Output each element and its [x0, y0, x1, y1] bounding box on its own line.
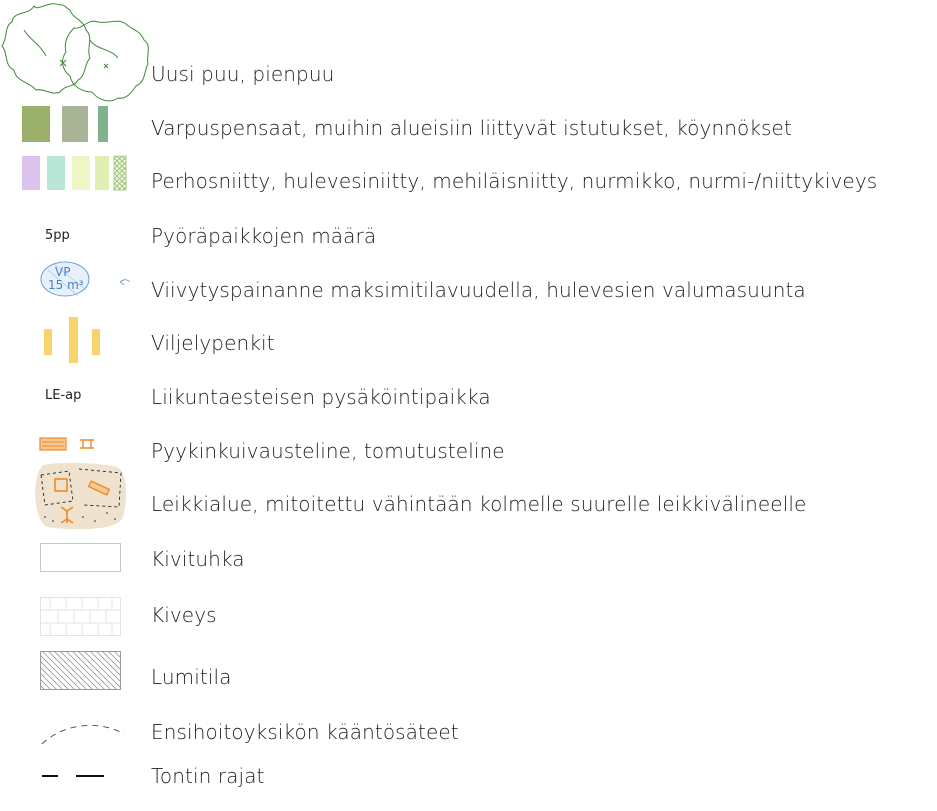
tree-icon — [1, 3, 149, 102]
legend-label-plot-boundary: Tontin rajat — [151, 764, 265, 788]
legend-label-retention: Viivytyspainanne maksimitilavuudella, hu… — [151, 278, 806, 302]
turning-radius-icon — [41, 724, 125, 745]
legend-label-playground: Leikkialue, mitoitettu vähintään kolmell… — [151, 492, 807, 516]
plot-boundary-icon — [42, 775, 104, 777]
paving-icon — [40, 597, 121, 636]
snow-storage-icon — [40, 651, 121, 690]
legend-label-planters: Viljelypenkit — [151, 331, 275, 355]
legend-label-meadows: Perhosniitty, hulevesiniitty, mehiläisni… — [151, 169, 878, 193]
retention-basin-volume: 15 m³ — [48, 278, 84, 292]
legend-label-snow-storage: Lumitila — [151, 665, 232, 689]
legend-label-accessible-parking: Liikuntaesteisen pysäköintipaikka — [151, 385, 491, 409]
drying-rack-icon — [39, 437, 94, 451]
accessible-parking-icon: LE-ap — [45, 388, 82, 403]
retention-basin-code: VP — [55, 265, 71, 279]
legend-label-tree: Uusi puu, pienpuu — [151, 62, 335, 86]
legend-label-paving: Kiveys — [151, 603, 217, 627]
legend-label-gravel: Kivituhka — [151, 547, 245, 571]
meadow-swatches-icon — [22, 155, 127, 191]
playground-icon — [35, 462, 127, 530]
bike-count-icon: 5pp — [45, 228, 70, 243]
legend-label-bike-count: Pyöräpaikkojen määrä — [151, 224, 377, 248]
legend-label-drying-rack: Pyykinkuivausteline, tomutusteline — [151, 439, 505, 463]
legend-label-turning-radius: Ensihoitoyksikön kääntösäteet — [151, 720, 459, 744]
legend-label-shrubs: Varpuspensaat, muihin alueisiin liittyvä… — [151, 116, 792, 140]
gravel-icon — [40, 543, 121, 572]
shrub-swatches-icon — [22, 106, 108, 142]
planter-boxes-icon — [44, 317, 100, 363]
